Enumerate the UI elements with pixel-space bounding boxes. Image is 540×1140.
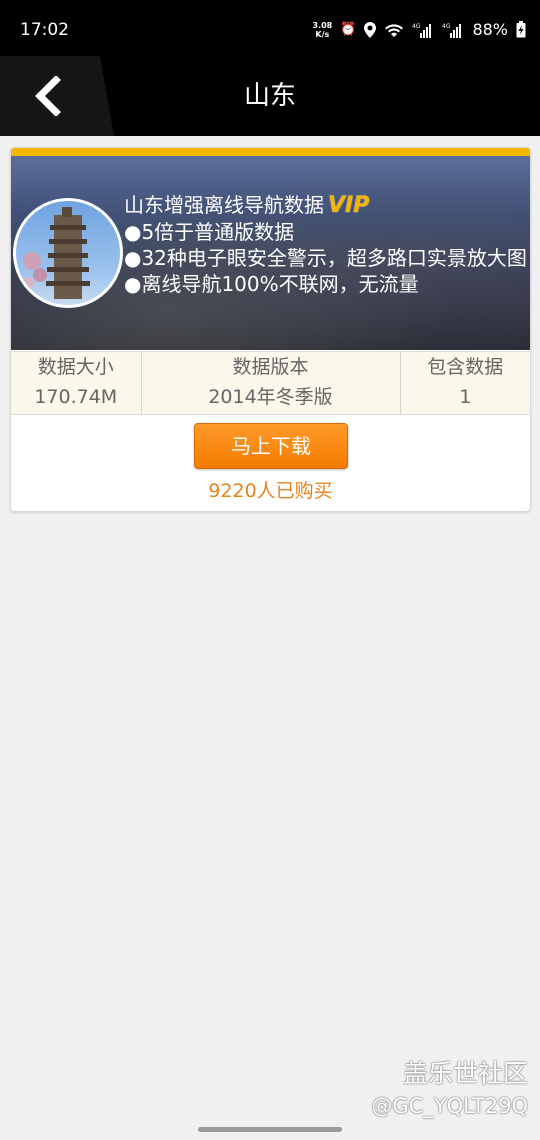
back-button[interactable] (0, 56, 114, 136)
stat-label: 数据大小 (37, 356, 114, 378)
svg-text:4G: 4G (442, 23, 451, 30)
app-bar: 山东 (0, 56, 540, 136)
watermark-community: 盖乐世社区 (402, 1059, 528, 1088)
stats-row: 数据大小 170.74M 数据版本 2014年冬季版 包含数据 1 (11, 351, 530, 415)
home-indicator[interactable] (198, 1127, 342, 1132)
feature-item: ●离线导航100%不联网，无流量 (124, 272, 419, 296)
signal-4g-icon: 4G (442, 23, 462, 38)
product-card: 山东增强离线导航数据 VIP ●5倍于普通版数据 ●32种电子眼安全警示，超多路口… (10, 147, 531, 512)
buyer-count: 9220人已购买 (208, 480, 333, 502)
stat-count: 包含数据 1 (401, 352, 531, 414)
stat-label: 包含数据 (427, 356, 504, 378)
svg-text:4G: 4G (412, 23, 421, 30)
stat-value: 2014年冬季版 (208, 386, 333, 408)
watermark-user: @GC_YQLT29Q (371, 1094, 528, 1118)
alarm-icon: ⏰ (340, 22, 357, 37)
pagoda-thumbnail (13, 198, 123, 308)
status-icons: 3.08 K/s ⏰ 4G 4G 88% (313, 20, 527, 39)
product-description: 山东增强离线导航数据 VIP ●5倍于普通版数据 ●32种电子眼安全警示，超多路口… (124, 192, 528, 297)
download-button[interactable]: 马上下载 (194, 423, 348, 469)
product-title-line: 山东增强离线导航数据 VIP (124, 192, 528, 219)
status-bar: 17:02 3.08 K/s ⏰ 4G 4G 88% (0, 0, 540, 56)
product-title: 山东增强离线导航数据 (124, 193, 324, 217)
wifi-icon (385, 23, 404, 37)
stat-label: 数据版本 (232, 356, 309, 378)
chevron-left-icon (35, 76, 61, 116)
stat-value: 1 (459, 386, 472, 408)
battery-charging-icon (516, 21, 526, 38)
stat-value: 170.74M (34, 386, 118, 408)
status-time: 17:02 (20, 20, 69, 40)
download-area: 马上下载 9220人已购买 (11, 414, 530, 511)
battery-percent: 88% (472, 20, 508, 39)
card-accent-bar (11, 148, 530, 156)
signal-4g-icon: 4G (412, 23, 432, 38)
stat-size: 数据大小 170.74M (11, 352, 142, 414)
feature-item: ●5倍于普通版数据 (124, 220, 295, 244)
feature-item: ●32种电子眼安全警示，超多路口实景放大图 (124, 246, 527, 270)
network-speed: 3.08 K/s (312, 20, 333, 39)
location-icon (364, 21, 377, 38)
product-banner: 山东增强离线导航数据 VIP ●5倍于普通版数据 ●32种电子眼安全警示，超多路口… (11, 156, 530, 350)
pagoda-image (22, 207, 90, 299)
stat-version: 数据版本 2014年冬季版 (142, 352, 401, 414)
vip-badge: VIP (328, 193, 370, 218)
